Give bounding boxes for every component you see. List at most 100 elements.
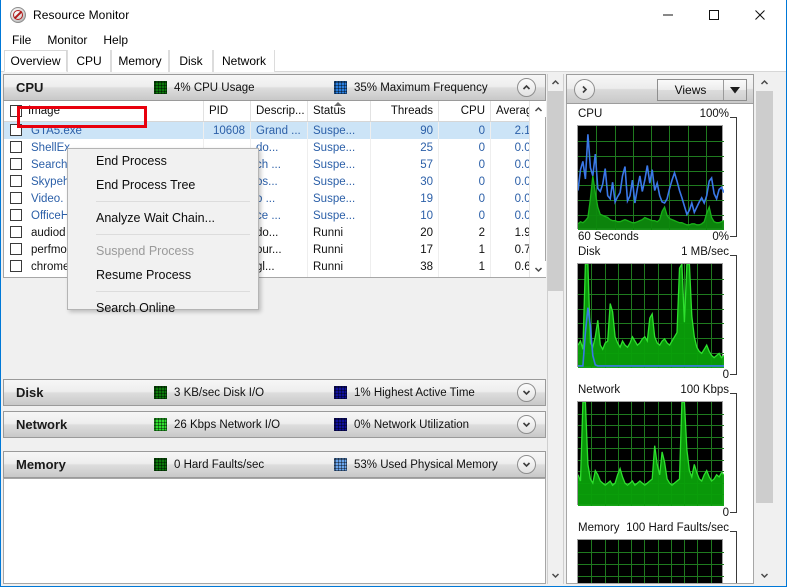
graph-cpu: CPU 100% 60 Seconds 0% <box>567 108 753 246</box>
row-checkbox[interactable] <box>10 243 22 255</box>
chevron-right-circle-icon[interactable] <box>574 79 595 100</box>
column-header-pid[interactable]: PID <box>204 101 251 121</box>
chevron-down-icon[interactable] <box>517 415 536 434</box>
section-header-network[interactable]: Network 26 Kbps Network I/O 0% Network U… <box>3 411 546 438</box>
tab-network[interactable]: Network <box>213 50 275 72</box>
memory-hard-faults-swatch <box>154 458 167 471</box>
cell-pid: 10608 <box>204 122 251 139</box>
row-checkbox[interactable] <box>10 192 22 204</box>
graph-top-labels: Disk 1 MB/sec <box>567 246 753 263</box>
row-checkbox[interactable] <box>10 175 22 187</box>
menu-help[interactable]: Help <box>96 31 135 49</box>
tab-cpu[interactable]: CPU <box>67 50 111 72</box>
cell-status: Suspe... <box>308 139 371 156</box>
network-io-label: 26 Kbps Network I/O <box>174 418 281 431</box>
row-checkbox[interactable] <box>10 141 22 153</box>
cell-description: o ... <box>251 190 308 207</box>
column-header-threads[interactable]: Threads <box>371 101 439 121</box>
menu-item-resume-process[interactable]: Resume Process <box>68 263 258 287</box>
cell-average: 0.00 <box>491 173 529 190</box>
triangle-down-icon[interactable] <box>724 86 746 94</box>
chevron-down-icon[interactable] <box>517 455 536 474</box>
scroll-down-icon[interactable] <box>530 261 546 277</box>
column-header-status[interactable]: Status <box>308 101 371 121</box>
section-header-memory[interactable]: Memory 0 Hard Faults/sec 53% Used Physic… <box>3 451 546 478</box>
graph-axis-bracket <box>730 117 737 237</box>
menu-separator <box>96 234 250 235</box>
left-scrollbar-thumb[interactable] <box>548 91 563 291</box>
views-toolbar: Views <box>566 74 754 104</box>
menu-file[interactable]: File <box>5 31 38 49</box>
memory-used-stat: 53% Used Physical Memory <box>334 458 498 471</box>
right-scroll-down-icon[interactable] <box>756 567 773 584</box>
graph-max-label: 100 Hard Faults/sec <box>626 522 729 534</box>
disk-active-time-stat: 1% Highest Active Time <box>334 386 475 399</box>
views-button[interactable]: Views <box>657 79 747 101</box>
scroll-up-icon[interactable] <box>530 101 546 117</box>
right-scrollbar-thumb[interactable] <box>756 91 773 503</box>
right-pane-scrollbar[interactable] <box>756 74 774 584</box>
graph-min-label: 0% <box>712 231 729 243</box>
cpu-usage-label: 4% CPU Usage <box>174 81 255 94</box>
cell-status: Runni <box>308 224 371 241</box>
graph-title: CPU <box>578 108 603 120</box>
maximize-button[interactable] <box>691 0 737 29</box>
menu-item-end-process-tree[interactable]: End Process Tree <box>68 173 258 197</box>
tab-memory[interactable]: Memory <box>111 50 169 72</box>
graph-top-labels: Memory 100 Hard Faults/sec <box>567 522 753 539</box>
cell-description <box>251 275 308 277</box>
row-checkbox[interactable] <box>10 209 22 221</box>
network-utilization-stat: 0% Network Utilization <box>334 418 469 431</box>
resource-monitor-window: Resource Monitor File Monitor Help Overv… <box>0 0 787 587</box>
cell-description: do... <box>251 224 308 241</box>
window-title: Resource Monitor <box>33 8 130 22</box>
left-pane-scrollbar[interactable] <box>547 74 564 584</box>
table-vertical-scrollbar[interactable] <box>529 101 546 277</box>
cell-status: Suspe... <box>308 156 371 173</box>
disk-active-time-swatch <box>334 386 347 399</box>
minimize-button[interactable] <box>645 0 691 29</box>
tab-disk[interactable]: Disk <box>169 50 213 72</box>
cpu-frequency-swatch <box>334 81 347 94</box>
tab-overview[interactable]: Overview <box>4 50 67 72</box>
cell-average: 0.03 <box>491 139 529 156</box>
cell-status: Runni <box>308 275 371 277</box>
graph-title: Network <box>578 384 621 396</box>
cell-description: our... <box>251 241 308 258</box>
chevron-down-icon[interactable] <box>517 383 536 402</box>
menu-monitor[interactable]: Monitor <box>40 31 94 49</box>
menu-item-analyze-wait-chain[interactable]: Analyze Wait Chain... <box>68 206 258 230</box>
row-checkbox[interactable] <box>10 158 22 170</box>
section-title-disk: Disk <box>16 385 44 400</box>
left-scroll-up-icon[interactable] <box>548 74 563 91</box>
column-header-description[interactable]: Descrip... <box>251 101 308 121</box>
row-checkbox[interactable] <box>10 226 22 238</box>
column-header-cpu[interactable]: CPU <box>439 101 491 121</box>
section-header-disk[interactable]: Disk 3 KB/sec Disk I/O 1% Highest Active… <box>3 379 546 406</box>
graph-title: Memory <box>578 522 620 534</box>
section-title-cpu: CPU <box>16 80 44 95</box>
close-button[interactable] <box>737 0 783 29</box>
menu-item-search-online[interactable]: Search Online <box>68 296 258 320</box>
cell-status: Suspe... <box>308 190 371 207</box>
cell-average: 2.17 <box>491 122 529 139</box>
graph-title: Disk <box>578 246 601 258</box>
cell-description: do... <box>251 139 308 156</box>
row-checkbox[interactable] <box>10 260 22 272</box>
graph-min-label: 0 <box>722 507 729 519</box>
right-scroll-up-icon[interactable] <box>756 74 773 91</box>
section-header-cpu[interactable]: CPU 4% CPU Usage 35% Maximum Frequency <box>3 74 546 101</box>
cell-threads <box>371 275 439 277</box>
disk-active-time-label: 1% Highest Active Time <box>354 386 475 399</box>
cell-average: 0.00 <box>491 190 529 207</box>
menu-item-end-process[interactable]: End Process <box>68 149 258 173</box>
chevron-up-icon[interactable] <box>517 78 536 97</box>
cell-threads: 20 <box>371 224 439 241</box>
cpu-frequency-label: 35% Maximum Frequency <box>354 81 488 94</box>
cell-cpu: 1 <box>439 258 491 275</box>
cell-status: Suspe... <box>308 173 371 190</box>
left-scroll-down-icon[interactable] <box>548 567 563 584</box>
graph-axis-bracket <box>730 531 737 583</box>
cell-average: 1.97 <box>491 224 529 241</box>
right-pane: Views CPU 100% 60 Seconds 0% Disk 1 MB/sec 0 Ne… <box>566 74 754 584</box>
